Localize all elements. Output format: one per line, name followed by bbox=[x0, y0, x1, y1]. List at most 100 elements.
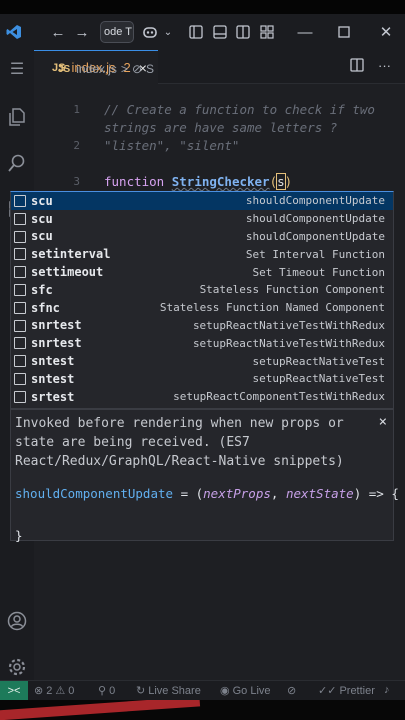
go-live-button[interactable]: ◉ Go Live bbox=[220, 684, 271, 698]
prettier-button[interactable]: ✓✓ Prettier bbox=[318, 684, 375, 698]
snippet-arrow: ) => { bbox=[353, 486, 399, 501]
menu-icon[interactable]: ☰ bbox=[6, 58, 28, 80]
problems-indicator[interactable]: ⊗ 2 ⚠ 0 bbox=[34, 684, 75, 698]
background-red-stripe bbox=[0, 700, 201, 720]
snippet-icon bbox=[14, 195, 26, 207]
warning-count: 0 bbox=[68, 684, 75, 697]
command-center-search[interactable]: ode T bbox=[100, 21, 134, 43]
line-number: 3 bbox=[73, 175, 80, 188]
suggestion-item[interactable]: scu shouldComponentUpdate bbox=[11, 210, 393, 228]
suggestion-item[interactable]: snrtest setupReactNativeTestWithRedux bbox=[11, 334, 393, 352]
suggestion-item[interactable]: sfc Stateless Function Component bbox=[11, 281, 393, 299]
breadcrumb-separator: > bbox=[120, 62, 128, 76]
toggle-sidebar-icon[interactable] bbox=[186, 22, 206, 42]
snippet-icon bbox=[14, 373, 26, 385]
suggestion-detail: shouldComponentUpdate bbox=[245, 194, 385, 208]
copilot-status-icon[interactable]: ⊘ bbox=[287, 684, 296, 697]
settings-gear-icon[interactable] bbox=[6, 656, 28, 678]
split-editor-icon[interactable] bbox=[350, 58, 364, 75]
title-bar: ← → ode T ⌄ — ✕ bbox=[0, 14, 405, 50]
symbol-icon: ⊘ bbox=[131, 62, 142, 76]
ports-indicator[interactable]: ⚲ 0 bbox=[98, 684, 116, 698]
snippet-icon bbox=[14, 355, 26, 368]
explorer-icon[interactable] bbox=[6, 106, 28, 128]
toggle-secondary-sidebar-icon[interactable] bbox=[233, 22, 253, 42]
suggestion-item[interactable]: settimeout Set Timeout Function bbox=[11, 263, 393, 281]
function-name: StringChecker bbox=[171, 174, 270, 189]
breadcrumb-file[interactable]: index.js bbox=[76, 62, 117, 76]
keyword: function bbox=[104, 174, 165, 189]
snippet-fn-name: shouldComponentUpdate bbox=[15, 486, 174, 501]
customize-layout-icon[interactable] bbox=[257, 22, 277, 42]
window-close-icon[interactable]: ✕ bbox=[376, 22, 396, 42]
close-paren: ) bbox=[284, 174, 293, 189]
suggestion-label: sfnc bbox=[31, 300, 60, 315]
snippet-arg: nextState bbox=[285, 486, 354, 501]
search-icon[interactable] bbox=[6, 152, 28, 174]
snippet-icon bbox=[14, 390, 26, 403]
details-close-icon[interactable]: × bbox=[379, 414, 387, 430]
line-number: 2 bbox=[73, 139, 80, 152]
snippet-close-brace: } bbox=[15, 528, 23, 543]
suggestion-detail: setupReactNativeTest bbox=[252, 354, 385, 368]
error-count: 2 bbox=[46, 684, 53, 697]
suggestion-description: Invoked before rendering when new props … bbox=[15, 416, 344, 469]
suggestion-list[interactable]: scu shouldComponentUpdate scu shouldCompone… bbox=[10, 191, 394, 409]
typed-text: s bbox=[276, 173, 286, 190]
suggestion-detail: Stateless Function Component bbox=[199, 283, 385, 297]
prettier-label: Prettier bbox=[339, 684, 375, 697]
suggestion-label: snrtest bbox=[31, 318, 82, 333]
copilot-icon[interactable] bbox=[140, 22, 160, 42]
snippet-icon bbox=[14, 301, 26, 314]
back-arrow-icon[interactable]: ← bbox=[48, 22, 68, 42]
live-share-icon: ↻ bbox=[136, 685, 146, 697]
live-share-button[interactable]: ↻ Live Share bbox=[136, 684, 201, 698]
suggestion-detail: shouldComponentUpdate bbox=[245, 212, 385, 226]
code-line-function: function StringChecker(s) bbox=[104, 173, 293, 190]
status-bar: >< ⊗ 2 ⚠ 0 ⚲ 0 ↻ Live Share ◉ Go Live ⊘ ✓✓ Pre… bbox=[0, 680, 405, 700]
forward-arrow-icon[interactable]: → bbox=[72, 22, 92, 42]
toggle-panel-icon[interactable] bbox=[210, 22, 230, 42]
suggestion-label: srtest bbox=[31, 389, 75, 404]
account-icon[interactable] bbox=[6, 610, 28, 632]
suggestion-item[interactable]: srtest setupReactComponentTestWithRedux bbox=[11, 388, 393, 406]
snippet-preview: shouldComponentUpdate = (nextProps, next… bbox=[15, 483, 399, 546]
suggestion-details: Invoked before rendering when new props … bbox=[10, 409, 399, 543]
chevron-down-icon[interactable]: ⌄ bbox=[158, 22, 178, 42]
snippet-icon bbox=[14, 248, 26, 261]
more-actions-icon[interactable]: ··· bbox=[378, 58, 391, 75]
ports-icon: ⚲ bbox=[98, 685, 107, 697]
snippet-arg: nextProps bbox=[203, 486, 271, 501]
remote-indicator[interactable]: >< bbox=[0, 680, 28, 700]
suggestion-item[interactable]: sntest setupReactNativeTest bbox=[11, 370, 393, 388]
suggestion-item[interactable]: scu shouldComponentUpdate bbox=[11, 228, 393, 246]
ports-count: 0 bbox=[109, 684, 116, 697]
code-line: "listen", "silent" bbox=[104, 138, 240, 153]
suggestion-label: scu bbox=[31, 193, 53, 208]
notifications-icon[interactable]: ♪ bbox=[384, 684, 390, 696]
suggestion-label: sntest bbox=[31, 354, 75, 369]
breadcrumb-js-icon: JS bbox=[58, 63, 71, 75]
code-line: strings are have same letters ? bbox=[104, 120, 338, 135]
suggestion-detail: shouldComponentUpdate bbox=[245, 229, 385, 243]
suggestion-label: scu bbox=[31, 211, 53, 226]
suggestion-detail: Set Interval Function bbox=[245, 247, 385, 261]
suggestion-detail: Set Timeout Function bbox=[252, 265, 385, 279]
suggestion-item[interactable]: snrtest setupReactNativeTestWithRedux bbox=[11, 317, 393, 335]
error-icon: ⊗ bbox=[34, 685, 44, 697]
minimize-icon[interactable]: — bbox=[295, 22, 315, 42]
vscode-logo-icon bbox=[4, 22, 24, 42]
suggestion-label: settimeout bbox=[31, 265, 104, 280]
snippet-eq: = ( bbox=[173, 486, 204, 501]
suggestion-item[interactable]: sfnc Stateless Function Named Component bbox=[11, 299, 393, 317]
breadcrumb: JS index.js > ⊘ S bbox=[58, 62, 154, 76]
suggestion-item[interactable]: sntest setupReactNativeTest bbox=[11, 352, 393, 370]
maximize-icon[interactable] bbox=[334, 22, 354, 42]
suggestion-label: sfc bbox=[31, 282, 53, 297]
snippet-icon bbox=[14, 212, 26, 225]
suggestion-item[interactable]: setinterval Set Interval Function bbox=[11, 245, 393, 263]
suggestion-item[interactable]: scu shouldComponentUpdate bbox=[11, 192, 393, 210]
code-line: // Create a function to check if two bbox=[104, 102, 375, 117]
breadcrumb-symbol[interactable]: S bbox=[146, 62, 154, 76]
check-all-icon: ✓✓ bbox=[318, 685, 337, 697]
